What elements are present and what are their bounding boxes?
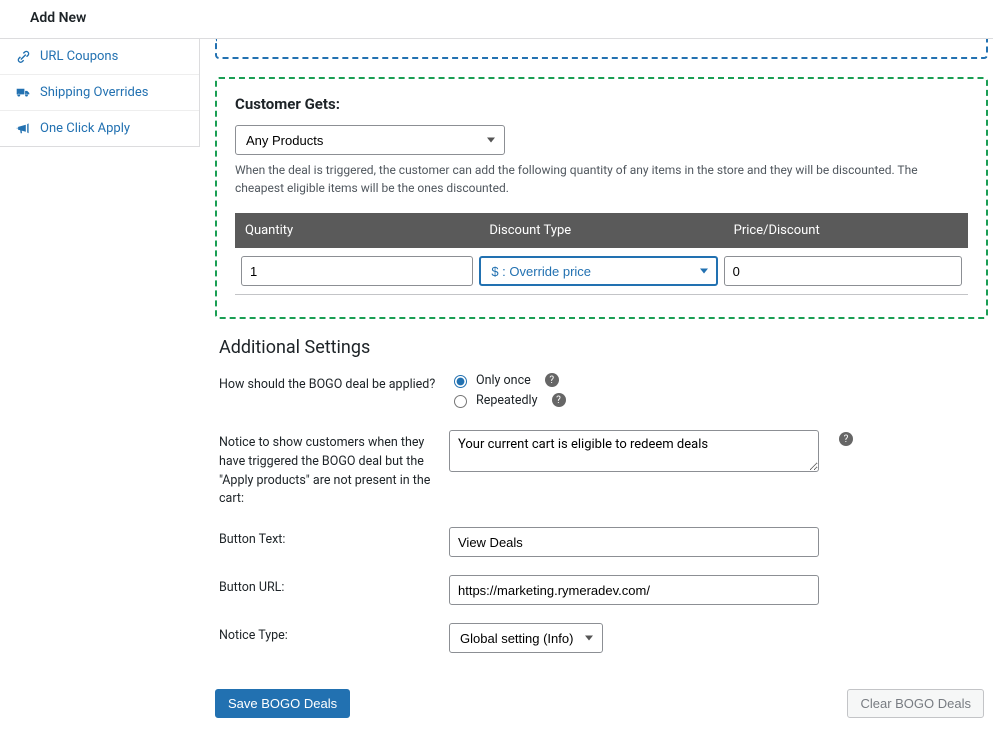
- additional-settings: Additional Settings How should the BOGO …: [215, 337, 988, 659]
- quantity-input[interactable]: [241, 256, 473, 286]
- megaphone-icon: [16, 122, 30, 136]
- truck-icon: [16, 86, 30, 100]
- col-discount-type: Discount Type: [479, 213, 723, 248]
- button-text-input[interactable]: [449, 527, 819, 557]
- table-row: $ : Override price: [235, 248, 968, 295]
- apply-repeatedly-label: Repeatedly: [476, 393, 538, 408]
- help-icon[interactable]: ?: [545, 373, 559, 387]
- button-text-label: Button Text:: [219, 527, 437, 550]
- sidebar-item-one-click-apply[interactable]: One Click Apply: [0, 111, 199, 146]
- discount-table: Quantity Discount Type Price/Discount: [235, 213, 968, 295]
- notice-type-select[interactable]: Global setting (Info): [449, 623, 603, 653]
- sidebar-item-label: URL Coupons: [40, 49, 118, 64]
- apply-only-once-radio[interactable]: [454, 375, 467, 388]
- customer-gets-panel: Customer Gets: Any Products When the dea…: [215, 77, 988, 319]
- apply-repeatedly-radio[interactable]: [454, 395, 467, 408]
- customer-buys-panel: [215, 39, 988, 59]
- additional-settings-title: Additional Settings: [219, 337, 984, 358]
- link-icon: [16, 50, 30, 64]
- notice-textarea[interactable]: Your current cart is eligible to redeem …: [449, 430, 819, 472]
- button-url-label: Button URL:: [219, 575, 437, 598]
- apply-only-once-label: Only once: [476, 373, 531, 388]
- notice-type-label: Notice Type:: [219, 623, 437, 646]
- price-discount-input[interactable]: [724, 256, 962, 286]
- sidebar-item-url-coupons[interactable]: URL Coupons: [0, 39, 199, 75]
- save-button[interactable]: Save BOGO Deals: [215, 689, 350, 718]
- button-url-input[interactable]: [449, 575, 819, 605]
- discount-type-select[interactable]: $ : Override price: [479, 256, 717, 286]
- page-title: Add New: [0, 0, 993, 39]
- sidebar: URL Coupons Shipping Overrides One Click…: [0, 39, 200, 147]
- help-icon[interactable]: ?: [839, 432, 853, 446]
- col-price-discount: Price/Discount: [724, 213, 968, 248]
- col-quantity: Quantity: [235, 213, 479, 248]
- apply-mode-label: How should the BOGO deal be applied?: [219, 372, 437, 395]
- customer-gets-select[interactable]: Any Products: [235, 125, 505, 155]
- sidebar-item-label: One Click Apply: [40, 121, 130, 136]
- notice-text-label: Notice to show customers when they have …: [219, 430, 437, 509]
- customer-gets-help-text: When the deal is triggered, the customer…: [235, 161, 968, 197]
- sidebar-item-shipping-overrides[interactable]: Shipping Overrides: [0, 75, 199, 111]
- sidebar-item-label: Shipping Overrides: [40, 85, 148, 100]
- button-bar: Save BOGO Deals Clear BOGO Deals: [215, 689, 988, 720]
- customer-gets-title: Customer Gets:: [235, 95, 968, 113]
- help-icon[interactable]: ?: [552, 393, 566, 407]
- main-panel: Customer Gets: Any Products When the dea…: [205, 39, 993, 730]
- clear-button[interactable]: Clear BOGO Deals: [847, 689, 984, 718]
